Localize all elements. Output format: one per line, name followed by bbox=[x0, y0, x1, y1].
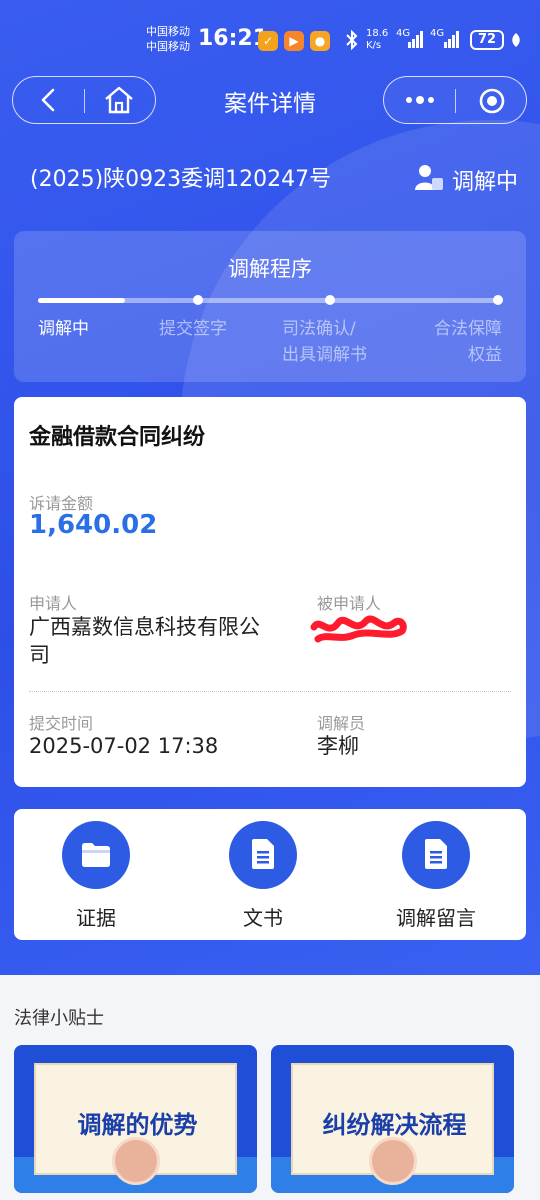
progress-dot-2 bbox=[193, 295, 203, 305]
step-mediating: 调解中 bbox=[38, 316, 89, 342]
step-label-2: 出具调解书 bbox=[282, 345, 367, 365]
nav-right-capsule bbox=[383, 76, 527, 124]
submit-time-label: 提交时间 bbox=[29, 714, 94, 733]
submit-time-value: 2025-07-02 17:38 bbox=[29, 734, 219, 758]
nav-divider-right bbox=[455, 89, 456, 113]
more-icon[interactable] bbox=[404, 93, 436, 107]
redaction-scribble bbox=[310, 615, 407, 643]
carrier-1: 中国移动 bbox=[146, 25, 190, 38]
mediation-message-button[interactable]: 调解留言 bbox=[366, 821, 506, 931]
video-app-icon: ▶ bbox=[284, 31, 304, 51]
tip-label: 纠纷解决流程 bbox=[322, 1111, 467, 1139]
tip-card-process[interactable]: 纠纷解决流程 bbox=[271, 1045, 514, 1193]
documents-label: 文书 bbox=[243, 906, 283, 930]
header-hero: 中国移动 中国移动 16:21 ✓ ▶ ● 18.6 K/s 4G 4G 72 bbox=[0, 0, 540, 975]
progress-fill bbox=[38, 298, 125, 303]
applicant-label: 申请人 bbox=[29, 594, 78, 613]
legal-tips-title: 法律小贴士 bbox=[14, 1008, 104, 1029]
network-2: 4G bbox=[430, 28, 445, 39]
case-number: (2025)陕0923委调120247号 bbox=[30, 167, 332, 192]
mediator-value: 李柳 bbox=[317, 734, 359, 758]
tip-label: 调解的优势 bbox=[77, 1111, 198, 1139]
step-label: 司法确认/ bbox=[282, 319, 356, 339]
book-icon bbox=[369, 1137, 417, 1185]
claim-amount: 1,640.02 bbox=[29, 510, 158, 540]
carrier-2: 中国移动 bbox=[146, 40, 190, 53]
documents-icon-circle bbox=[229, 821, 297, 889]
book-icon bbox=[112, 1137, 160, 1185]
step-judicial-confirm: 司法确认/ 出具调解书 bbox=[282, 316, 367, 368]
step-protect-rights: 合法保障 权益 bbox=[424, 316, 502, 368]
shop-app-icon: ● bbox=[310, 31, 330, 51]
tip-card-advantages[interactable]: 调解的优势 bbox=[14, 1045, 257, 1193]
dispute-type: 金融借款合同纠纷 bbox=[29, 425, 206, 450]
message-icon-circle bbox=[402, 821, 470, 889]
close-miniapp-icon[interactable] bbox=[478, 87, 506, 115]
progress-dot-4 bbox=[493, 295, 503, 305]
step-label: 调解中 bbox=[38, 319, 89, 339]
evidence-button[interactable]: 证据 bbox=[26, 821, 166, 931]
carrier-info: 中国移动 中国移动 bbox=[146, 24, 190, 54]
progress-title: 调解程序 bbox=[228, 257, 312, 281]
signal-icon-2 bbox=[444, 31, 459, 48]
app-notify-icon: ✓ bbox=[258, 31, 278, 51]
step-label: 提交签字 bbox=[159, 319, 227, 339]
mediation-progress-card: 调解程序 调解中 提交签字 司法确认/ 出具调解书 合法保障 权益 bbox=[14, 231, 526, 382]
status-bar: 中国移动 中国移动 16:21 ✓ ▶ ● 18.6 K/s 4G 4G 72 bbox=[0, 0, 540, 80]
signal-icon bbox=[408, 31, 423, 48]
progress-dot-3 bbox=[325, 295, 335, 305]
applicant-line-1: 广西嘉数信息科技有限公 bbox=[29, 615, 260, 639]
applicant-value: 广西嘉数信息科技有限公 司 bbox=[29, 613, 304, 669]
evidence-label: 证据 bbox=[76, 906, 116, 930]
case-detail-card: 金融借款合同纠纷 诉请金额 1,640.02 申请人 广西嘉数信息科技有限公 司… bbox=[14, 397, 526, 787]
step-label: 合法保障 bbox=[434, 319, 502, 339]
document-icon bbox=[425, 839, 447, 869]
bluetooth-icon bbox=[346, 30, 358, 50]
case-status: 调解中 bbox=[452, 170, 519, 195]
battery-indicator: 72 bbox=[470, 30, 504, 50]
user-status-icon bbox=[415, 165, 443, 190]
net-speed: 18.6 K/s bbox=[366, 28, 389, 51]
applicant-line-2: 司 bbox=[29, 643, 50, 667]
step-sign: 提交签字 bbox=[159, 316, 227, 342]
action-card: 证据 文书 调解留言 bbox=[14, 809, 526, 940]
step-label-2: 权益 bbox=[468, 345, 502, 365]
evidence-icon-circle bbox=[62, 821, 130, 889]
leaf-icon bbox=[512, 33, 520, 47]
document-icon bbox=[252, 839, 274, 869]
folder-icon bbox=[82, 843, 110, 867]
progress-track bbox=[38, 298, 501, 303]
documents-button[interactable]: 文书 bbox=[193, 821, 333, 931]
mediator-label: 调解员 bbox=[317, 714, 366, 733]
mediation-message-label: 调解留言 bbox=[396, 906, 476, 930]
divider bbox=[29, 691, 511, 692]
